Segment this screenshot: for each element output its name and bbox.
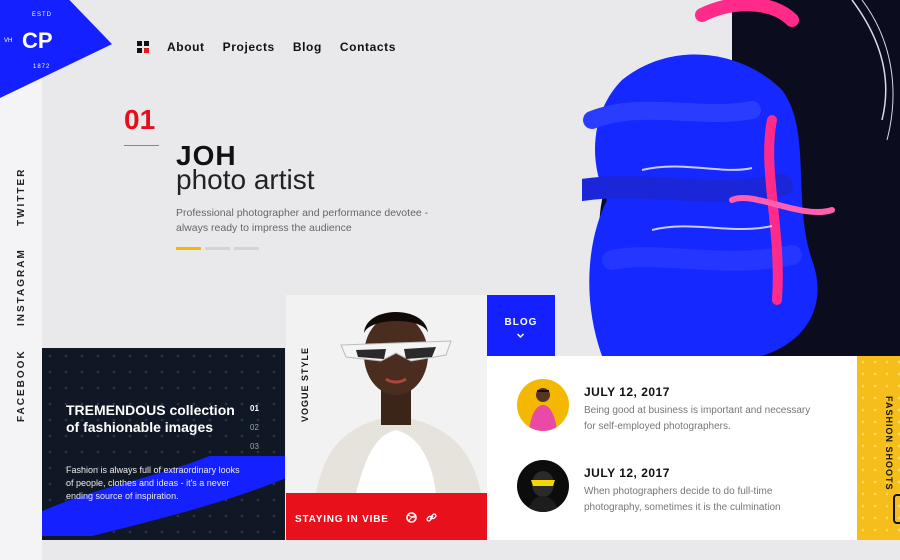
side-strip-label: FASHION SHOOTS <box>884 396 894 491</box>
blog-tab-label: BLOG <box>504 317 538 328</box>
feature-card: TREMENDOUS collection of fashionable ima… <box>42 348 285 540</box>
slider-dots <box>176 247 259 250</box>
fashion-photo-image <box>286 295 487 493</box>
post-thumbnail <box>517 379 569 431</box>
slider-dot-3[interactable] <box>234 247 259 250</box>
post-excerpt: Being good at business is important and … <box>584 405 811 432</box>
feature-title: TREMENDOUS collection of fashionable ima… <box>66 402 235 435</box>
logo[interactable]: ESTD VH CP 1872 <box>0 0 112 98</box>
scroll-mouse-icon <box>893 494 900 524</box>
dribbble-icon[interactable] <box>406 512 417 523</box>
main-nav: About Projects Blog Contacts <box>137 40 396 54</box>
slider-dot-1[interactable] <box>176 247 201 250</box>
logo-estd: ESTD <box>32 12 53 18</box>
nav-item-about[interactable]: About <box>167 40 205 54</box>
blog-post[interactable]: JULY 12, 2017 Being good at business is … <box>517 379 837 439</box>
pager-item-3[interactable]: 03 <box>250 442 259 451</box>
blog-post[interactable]: JULY 12, 2017 When photographers decide … <box>517 460 837 520</box>
post-excerpt: When photographers decide to do full-tim… <box>584 486 781 513</box>
post-date: JULY 12, 2017 <box>584 466 670 480</box>
photo-caption-bar: STAYING IN VIBE <box>286 493 487 540</box>
nav-item-contacts[interactable]: Contacts <box>340 40 396 54</box>
logo-side-text: VH <box>4 38 13 44</box>
link-icon[interactable] <box>426 512 437 523</box>
slider-dot-2[interactable] <box>205 247 230 250</box>
post-date: JULY 12, 2017 <box>584 385 670 399</box>
nav-item-blog[interactable]: Blog <box>293 40 322 54</box>
blog-posts-list: JULY 12, 2017 Being good at business is … <box>487 356 857 540</box>
logo-year: 1872 <box>33 64 51 70</box>
pager-item-1[interactable]: 01 <box>250 404 259 413</box>
menu-icon[interactable] <box>137 41 149 53</box>
nav-item-projects[interactable]: Projects <box>223 40 275 54</box>
hero-painted-portrait-image <box>582 0 900 356</box>
logo-triangle <box>0 0 112 98</box>
chevron-down-icon <box>516 333 525 339</box>
side-strip[interactable]: FASHION SHOOTS <box>857 356 900 540</box>
post-thumbnail <box>517 460 569 512</box>
instagram-link[interactable]: INSTAGRAM <box>16 248 27 326</box>
pager-item-2[interactable]: 02 <box>250 423 259 432</box>
photo-vertical-label: VOGUE STYLE <box>300 346 310 422</box>
twitter-link[interactable]: TWITTER <box>16 168 27 226</box>
divider <box>124 145 159 146</box>
photo-caption: STAYING IN VIBE <box>295 514 389 525</box>
blog-tab-button[interactable]: BLOG <box>487 295 555 356</box>
feature-text: Fashion is always full of extraordinary … <box>66 465 240 501</box>
hero-subtitle: photo artist <box>176 164 315 195</box>
slide-number: 01 <box>124 104 156 135</box>
logo-mark: CP <box>22 28 53 53</box>
facebook-link[interactable]: FACEBOOK <box>16 349 27 422</box>
feature-pager: 01 02 03 <box>250 404 259 451</box>
hero-description: Professional photographer and performanc… <box>176 207 429 234</box>
